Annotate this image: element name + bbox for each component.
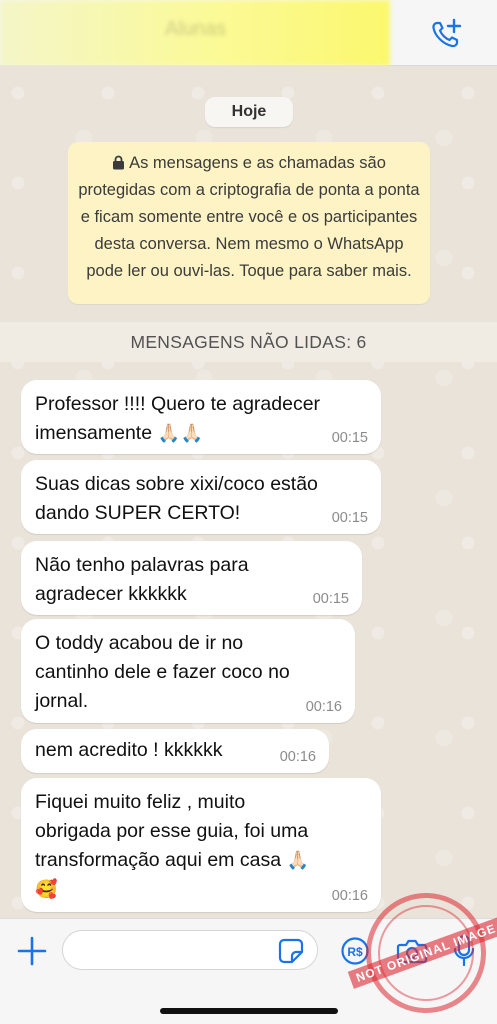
encryption-notice[interactable]: As mensagens e as chamadas são protegida… — [68, 142, 430, 304]
contact-name[interactable]: Alunas — [165, 18, 226, 41]
sticker-button[interactable] — [278, 938, 304, 964]
plus-icon — [17, 936, 47, 966]
message-text: Não tenho palavras para agradecer kkkkkk — [35, 554, 249, 605]
unread-messages-divider: MENSAGENS NÃO LIDAS: 6 — [0, 322, 497, 362]
message-bubble[interactable]: Suas dicas sobre xixi/coco estão dando S… — [21, 460, 381, 534]
message-time: 00:15 — [331, 510, 368, 526]
date-chip: Hoje — [205, 97, 293, 127]
message-text: Suas dicas sobre xixi/coco estão dando S… — [35, 473, 318, 524]
lock-icon — [113, 155, 125, 170]
message-text: Professor !!!! Quero te agradecer imensa… — [35, 393, 321, 444]
message-bubble[interactable]: nem acredito ! kkkkkk 00:16 — [21, 729, 329, 773]
sticker-icon — [278, 938, 304, 964]
pray-emoji: 🙏🏻🙏🏻 — [157, 423, 205, 443]
message-time: 00:16 — [279, 749, 316, 765]
message-bubble[interactable]: Professor !!!! Quero te agradecer imensa… — [21, 380, 381, 454]
message-bubble[interactable]: Não tenho palavras para agradecer kkkkkk… — [21, 541, 362, 615]
message-time: 00:16 — [305, 699, 342, 715]
svg-text:R$: R$ — [347, 945, 363, 959]
message-text: Fiquei muito feliz , muito obrigada por … — [35, 791, 310, 899]
chat-header: Alunas — [0, 0, 497, 66]
add-call-button[interactable] — [426, 14, 466, 54]
encryption-text: As mensagens e as chamadas são protegida… — [78, 154, 420, 280]
attach-button[interactable] — [14, 933, 50, 969]
message-text: O toddy acabou de ir no cantinho dele e … — [35, 632, 290, 712]
message-time: 00:15 — [331, 430, 368, 446]
pray-emoji: 🙏🏻 — [286, 850, 310, 870]
message-time: 00:16 — [331, 888, 368, 904]
message-bubble[interactable]: Fiquei muito feliz , muito obrigada por … — [21, 778, 381, 912]
phone-add-icon — [432, 18, 462, 48]
smiling-hearts-emoji: 🥰 — [35, 879, 59, 899]
watermark-text: NOT ORIGINAL IMAGE — [347, 917, 497, 989]
message-time: 00:15 — [312, 591, 349, 607]
message-bubble[interactable]: O toddy acabou de ir no cantinho dele e … — [21, 619, 355, 723]
message-text: nem acredito ! kkkkkk — [35, 739, 223, 761]
home-indicator[interactable] — [160, 1008, 338, 1014]
